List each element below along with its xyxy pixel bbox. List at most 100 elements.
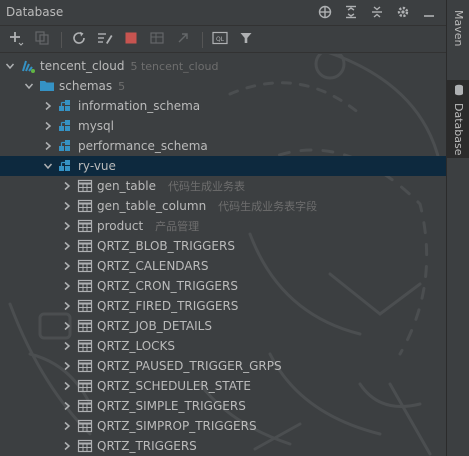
- tree-node[interactable]: QRTZ_CRON_TRIGGERS: [0, 276, 446, 296]
- chevron-right-icon[interactable]: [61, 420, 73, 432]
- toolbar-separator: [202, 31, 203, 48]
- right-tool-stripe: Maven Database: [446, 0, 469, 456]
- folder-icon: [39, 78, 55, 94]
- add-icon: [8, 30, 24, 49]
- tree-node-label: gen_table_column: [97, 199, 207, 213]
- add-button[interactable]: [4, 29, 28, 51]
- tool-window-header: Database: [0, 0, 446, 26]
- tool-window-title: Database: [6, 5, 64, 19]
- table-icon: [77, 398, 93, 414]
- chevron-right-icon[interactable]: [61, 400, 73, 412]
- tree-node-comment: 产品管理: [155, 220, 200, 233]
- table-editor-icon: [150, 31, 164, 48]
- toolbar-separator: [61, 31, 62, 48]
- schema-icon: [58, 138, 74, 154]
- tree-node-label: QRTZ_BLOB_TRIGGERS: [97, 239, 235, 253]
- tree-node[interactable]: QRTZ_SIMPROP_TRIGGERS: [0, 416, 446, 436]
- chevron-right-icon[interactable]: [61, 340, 73, 352]
- chevron-right-icon[interactable]: [61, 220, 73, 232]
- stop-button[interactable]: [119, 29, 143, 51]
- database-icon: [454, 84, 464, 99]
- database-toolbar: QL: [0, 27, 446, 53]
- jump-to-source-button[interactable]: [171, 29, 195, 51]
- tree-node[interactable]: QRTZ_FIRED_TRIGGERS: [0, 296, 446, 316]
- expand-all-icon: [344, 5, 358, 22]
- tree-node-label: QRTZ_SIMPROP_TRIGGERS: [97, 419, 257, 433]
- table-editor-button[interactable]: [145, 29, 169, 51]
- table-icon: [77, 358, 93, 374]
- refresh-button[interactable]: [67, 29, 91, 51]
- tree-node[interactable]: mysql: [0, 116, 446, 136]
- chevron-down-icon[interactable]: [4, 60, 16, 72]
- chevron-right-icon[interactable]: [61, 180, 73, 192]
- gear-icon: [396, 5, 410, 22]
- collapse-all-icon: [370, 5, 384, 22]
- chevron-right-icon[interactable]: [61, 200, 73, 212]
- table-icon: [77, 318, 93, 334]
- jump-to-source-icon: [176, 31, 190, 48]
- copy-button[interactable]: [30, 29, 54, 51]
- tree-node[interactable]: product 产品管理: [0, 216, 446, 236]
- chevron-right-icon[interactable]: [61, 440, 73, 452]
- tree-node[interactable]: QRTZ_PAUSED_TRIGGER_GRPS: [0, 356, 446, 376]
- tree-node[interactable]: QRTZ_JOB_DETAILS: [0, 316, 446, 336]
- globe-button[interactable]: [312, 3, 338, 23]
- tool-tab-maven[interactable]: Maven: [447, 6, 469, 64]
- table-icon: [77, 438, 93, 454]
- filter-icon: [239, 31, 253, 48]
- properties-button[interactable]: [93, 29, 117, 51]
- tree-node-label: tencent_cloud: [40, 59, 125, 73]
- filter-button[interactable]: [234, 29, 258, 51]
- tree-node[interactable]: QRTZ_SCHEDULER_STATE: [0, 376, 446, 396]
- header-actions: [312, 3, 442, 23]
- svg-text:QL: QL: [216, 36, 225, 43]
- tree-node-label: QRTZ_SIMPLE_TRIGGERS: [97, 399, 246, 413]
- tree-node[interactable]: tencent_cloud 5 tencent_cloud: [0, 56, 446, 76]
- gear-button[interactable]: [390, 3, 416, 23]
- tree-node[interactable]: information_schema: [0, 96, 446, 116]
- chevron-right-icon[interactable]: [42, 120, 54, 132]
- chevron-right-icon[interactable]: [61, 260, 73, 272]
- table-icon: [77, 378, 93, 394]
- tree-node[interactable]: QRTZ_SIMPLE_TRIGGERS: [0, 396, 446, 416]
- tool-tab-database[interactable]: Database: [447, 80, 469, 158]
- datasource-icon: [20, 58, 36, 74]
- chevron-right-icon[interactable]: [61, 360, 73, 372]
- tree-node[interactable]: QRTZ_TRIGGERS: [0, 436, 446, 456]
- tree-node[interactable]: QRTZ_CALENDARS: [0, 256, 446, 276]
- chevron-right-icon[interactable]: [61, 320, 73, 332]
- tree-node[interactable]: performance_schema: [0, 136, 446, 156]
- tree-node[interactable]: gen_table_column 代码生成业务表字段: [0, 196, 446, 216]
- tool-tab-label: Database: [452, 103, 465, 156]
- table-icon: [77, 298, 93, 314]
- table-icon: [77, 218, 93, 234]
- chevron-down-icon[interactable]: [23, 80, 35, 92]
- chevron-right-icon[interactable]: [42, 100, 54, 112]
- expand-all-button[interactable]: [338, 3, 364, 23]
- chevron-right-icon[interactable]: [61, 280, 73, 292]
- properties-icon: [97, 31, 113, 48]
- table-icon: [77, 198, 93, 214]
- chevron-right-icon[interactable]: [61, 240, 73, 252]
- schema-icon: [58, 158, 74, 174]
- table-icon: [77, 418, 93, 434]
- tree-node[interactable]: ry-vue: [0, 156, 446, 176]
- chevron-right-icon[interactable]: [61, 300, 73, 312]
- minimize-button[interactable]: [416, 3, 442, 23]
- chevron-right-icon[interactable]: [61, 380, 73, 392]
- database-tree[interactable]: tencent_cloud 5 tencent_cloud schemas 5 info…: [0, 54, 446, 456]
- table-icon: [77, 278, 93, 294]
- tree-node[interactable]: QRTZ_BLOB_TRIGGERS: [0, 236, 446, 256]
- tree-node[interactable]: QRTZ_LOCKS: [0, 336, 446, 356]
- minimize-icon: [422, 5, 436, 22]
- schema-icon: [58, 118, 74, 134]
- tree-node[interactable]: gen_table 代码生成业务表: [0, 176, 446, 196]
- sql-console-button[interactable]: QL: [208, 29, 232, 51]
- schema-icon: [58, 98, 74, 114]
- chevron-right-icon[interactable]: [42, 140, 54, 152]
- tree-node-label: performance_schema: [78, 139, 208, 153]
- tree-node[interactable]: schemas 5: [0, 76, 446, 96]
- collapse-all-button[interactable]: [364, 3, 390, 23]
- tree-node-label: QRTZ_PAUSED_TRIGGER_GRPS: [97, 359, 282, 373]
- chevron-down-icon[interactable]: [42, 160, 54, 172]
